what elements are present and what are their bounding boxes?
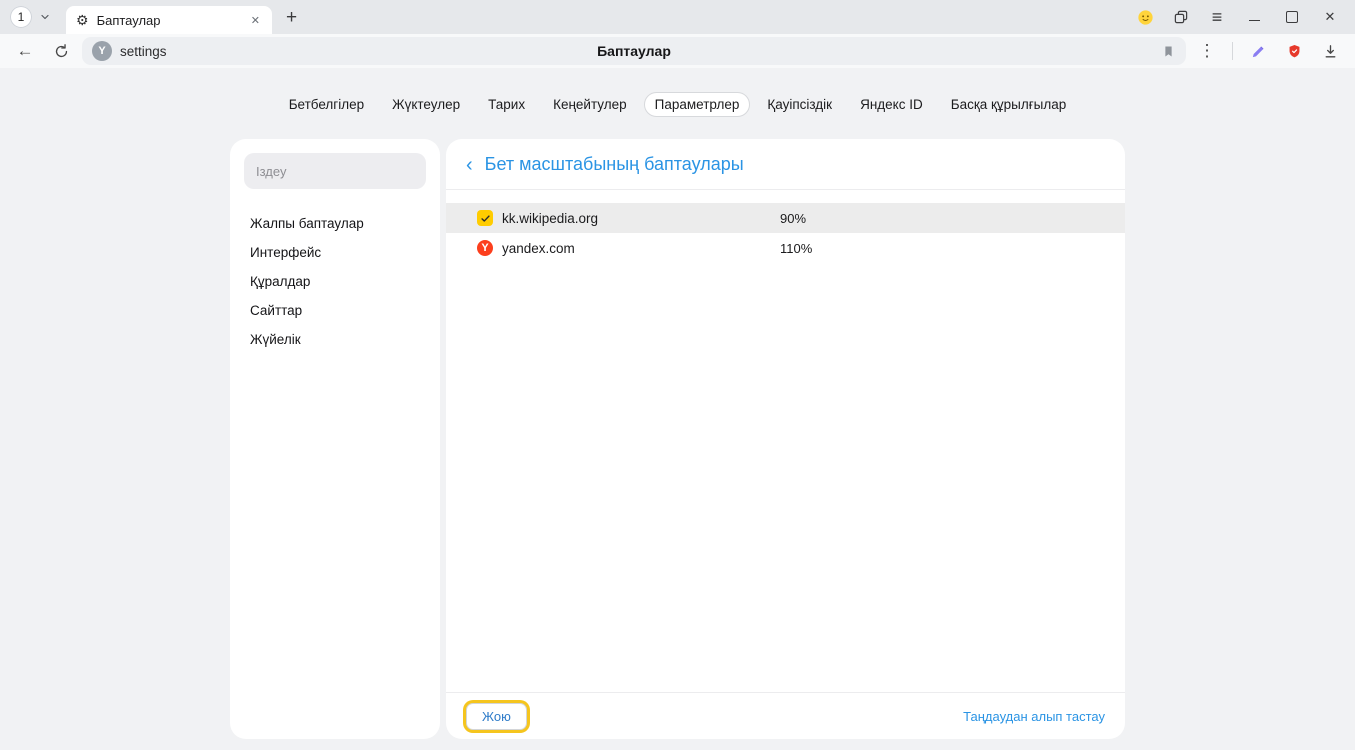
toolbar-divider — [1232, 42, 1233, 60]
chevron-down-icon[interactable] — [36, 6, 54, 28]
site-row-kk-wikipedia[interactable]: kk.wikipedia.org 90% — [446, 203, 1125, 233]
sidebar-menu: Жалпы баптаулар Интерфейс Құралдар Сайтт… — [244, 209, 426, 354]
download-glyph — [1322, 43, 1339, 60]
settings-content: Жалпы баптаулар Интерфейс Құралдар Сайтт… — [230, 139, 1125, 739]
assistant-icon[interactable] — [1129, 3, 1161, 31]
tab-title: Баптаулар — [97, 13, 241, 28]
checkmark-glyph — [480, 213, 491, 224]
panel-footer: Жою Таңдаудан алып тастау — [446, 692, 1125, 739]
menu-icon[interactable]: ≡ — [1201, 3, 1233, 31]
pen-edit-icon[interactable] — [1243, 37, 1273, 65]
pen-glyph — [1250, 43, 1267, 60]
sidebar-item-interface[interactable]: Интерфейс — [244, 238, 426, 267]
window-minimize-button[interactable] — [1237, 3, 1271, 31]
zoom-site-list: kk.wikipedia.org 90% Y yandex.com 110% — [446, 190, 1125, 692]
bookmark-glyph — [1161, 44, 1176, 59]
browser-tab-settings[interactable]: ⚙ Баптаулар ✕ — [66, 6, 272, 34]
settings-sidebar: Жалпы баптаулар Интерфейс Құралдар Сайтт… — [230, 139, 440, 739]
site-favicon: Y — [92, 41, 112, 61]
tab-other-devices[interactable]: Басқа құрылғылар — [940, 92, 1078, 117]
minimize-icon — [1249, 20, 1260, 21]
settings-nav-tabs: Бетбелгілер Жүктеулер Тарих Кеңейтулер П… — [0, 68, 1355, 117]
site-name: yandex.com — [502, 241, 780, 256]
window-maximize-button[interactable] — [1275, 3, 1309, 31]
settings-page: Бетбелгілер Жүктеулер Тарих Кеңейтулер П… — [0, 68, 1355, 750]
menu-glyph: ≡ — [1212, 7, 1223, 28]
reload-button[interactable] — [46, 37, 76, 65]
toolbar-more-button[interactable]: ⋮ — [1192, 37, 1222, 65]
zoom-value: 110% — [780, 241, 812, 256]
new-tab-button[interactable]: + — [276, 8, 307, 27]
delete-button[interactable]: Жою — [466, 703, 527, 730]
maximize-icon — [1286, 11, 1298, 23]
reload-icon — [53, 43, 70, 60]
download-icon[interactable] — [1315, 37, 1345, 65]
back-chevron-icon[interactable]: ‹ — [466, 155, 473, 175]
tab-security[interactable]: Қауіпсіздік — [756, 92, 843, 117]
site-row-yandex[interactable]: Y yandex.com 110% — [446, 233, 1125, 263]
tab-strip: 1 ⚙ Баптаулар ✕ + ≡ ✕ — [0, 0, 1355, 34]
window-close-icon: ✕ — [1325, 9, 1336, 25]
panel-title: Бет масштабының баптаулары — [485, 154, 744, 175]
tab-close-icon[interactable]: ✕ — [249, 12, 262, 29]
tabs-panel-icon[interactable] — [1165, 3, 1197, 31]
tab-yandex-id[interactable]: Яндекс ID — [849, 92, 934, 117]
tab-counter-value: 1 — [18, 10, 25, 24]
deselect-all-link[interactable]: Таңдаудан алып тастау — [963, 709, 1105, 724]
chevron-down-glyph — [39, 11, 51, 23]
sidebar-item-tools[interactable]: Құралдар — [244, 267, 426, 296]
panel-header: ‹ Бет масштабының баптаулары — [446, 139, 1125, 190]
tab-downloads[interactable]: Жүктеулер — [381, 92, 471, 117]
protect-shield-icon[interactable] — [1279, 37, 1309, 65]
search-input[interactable] — [244, 153, 426, 189]
shield-glyph — [1286, 43, 1303, 60]
sidebar-item-general[interactable]: Жалпы баптаулар — [244, 209, 426, 238]
tab-history[interactable]: Тарих — [477, 92, 536, 117]
url-text: settings — [120, 44, 167, 59]
address-bar[interactable]: Y settings Баптаулар — [82, 37, 1186, 65]
tab-bookmarks[interactable]: Бетбелгілер — [278, 92, 375, 117]
bookmark-icon[interactable] — [1161, 44, 1176, 59]
back-button[interactable]: ← — [10, 37, 40, 65]
window-close-button[interactable]: ✕ — [1313, 3, 1347, 31]
browser-toolbar: ← Y settings Баптаулар ⋮ — [0, 34, 1355, 68]
tab-counter-badge[interactable]: 1 — [10, 6, 32, 28]
checkbox-checked-icon[interactable] — [477, 210, 493, 226]
tab-settings[interactable]: Параметрлер — [644, 92, 751, 117]
sidebar-item-sites[interactable]: Сайттар — [244, 296, 426, 325]
zoom-value: 90% — [780, 211, 806, 226]
yandex-favicon: Y — [477, 240, 493, 256]
tab-extensions[interactable]: Кеңейтулер — [542, 92, 638, 117]
site-name: kk.wikipedia.org — [502, 211, 780, 226]
gear-icon: ⚙ — [76, 13, 89, 27]
page-zoom-settings-panel: ‹ Бет масштабының баптаулары kk.wikipedi… — [446, 139, 1125, 739]
sidebar-item-system[interactable]: Жүйелік — [244, 325, 426, 354]
assistant-glyph — [1136, 8, 1155, 27]
page-title: Баптаулар — [82, 43, 1186, 59]
tabs-panel-glyph — [1172, 8, 1190, 26]
